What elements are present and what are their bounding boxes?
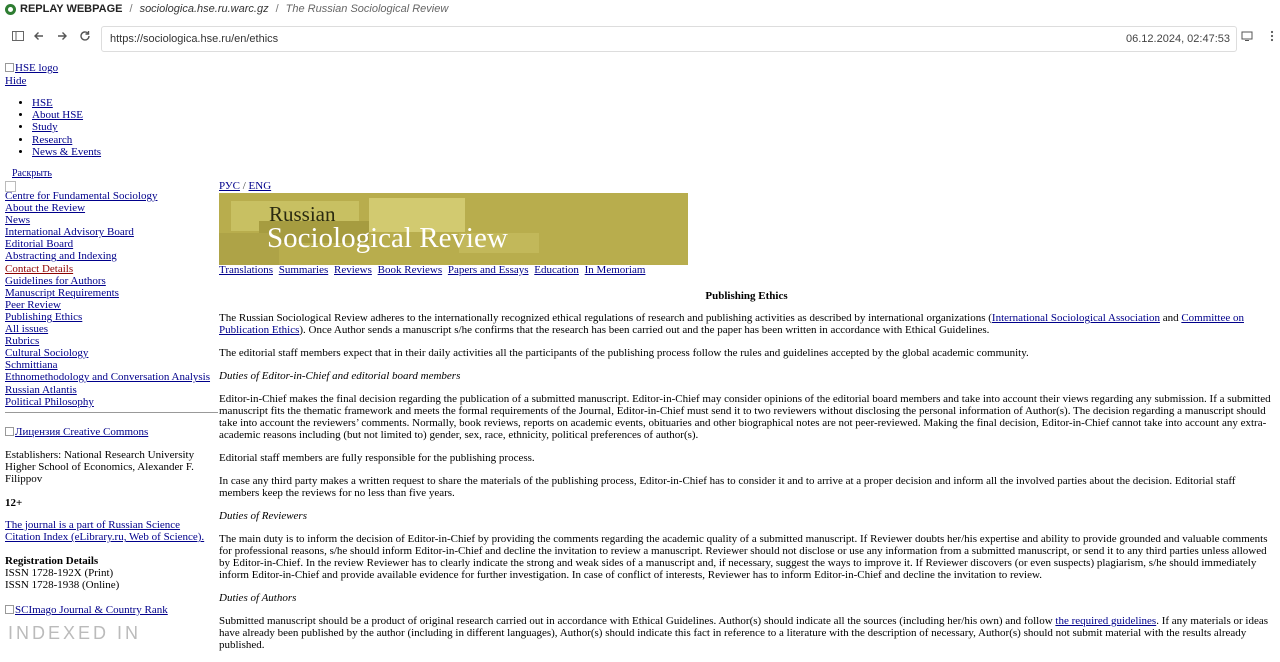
section-subheading: Duties of Authors xyxy=(219,592,297,604)
paragraph: The editorial staff members expect that … xyxy=(219,347,1029,359)
banner-title-line2: Sociological Review xyxy=(267,222,508,254)
replay-logo-icon xyxy=(5,3,16,15)
journal-nav-item[interactable]: Education xyxy=(534,264,579,276)
side-nav-item[interactable]: Ethnomethodology and Conversation Analys… xyxy=(5,371,210,383)
scimago-link[interactable]: SCImago Journal & Country Rank xyxy=(5,604,168,616)
section-subheading: Duties of Editor-in-Chief and editorial … xyxy=(219,370,461,382)
lang-en-link[interactable]: ENG xyxy=(249,180,272,192)
side-nav-item[interactable]: Political Philosophy xyxy=(5,396,94,408)
age-rating: 12+ xyxy=(5,497,23,509)
side-nav-item[interactable]: Centre for Fundamental Sociology xyxy=(5,190,157,202)
url-bar[interactable]: https://sociologica.hse.ru/en/ethics 06.… xyxy=(101,26,1237,52)
paragraph: The Russian Sociological Review adheres … xyxy=(219,312,1274,336)
side-nav-item[interactable]: International Advisory Board xyxy=(5,226,134,238)
guidelines-link[interactable]: the required guidelines xyxy=(1055,615,1156,627)
hse-nav-item[interactable]: Research xyxy=(32,134,72,146)
back-icon[interactable] xyxy=(32,30,46,44)
journal-nav-item[interactable]: Book Reviews xyxy=(378,264,442,276)
registration-details: Registration Details ISSN 1728-192X (Pri… xyxy=(5,555,119,591)
paragraph: The main duty is to inform the decision … xyxy=(219,533,1268,581)
replay-brand[interactable]: REPLAY WEBPAGE xyxy=(5,3,123,15)
cc-alt: Лицензия Creative Commons xyxy=(15,426,149,438)
side-nav-item-active[interactable]: Publishing Ethics xyxy=(5,311,82,323)
hide-link[interactable]: Hide xyxy=(5,75,26,87)
side-nav-item[interactable]: News xyxy=(5,214,30,226)
breadcrumb-separator: / xyxy=(275,3,279,15)
side-nav-item[interactable]: Abstracting and Indexing xyxy=(5,250,117,262)
language-switcher: РУС / ENG xyxy=(219,180,271,192)
journal-nav-item[interactable]: Reviews xyxy=(334,264,372,276)
paragraph: Editorial staff members are fully respon… xyxy=(219,452,535,464)
scimago-alt: SCImago Journal & Country Rank xyxy=(15,604,168,616)
hse-nav-item[interactable]: HSE xyxy=(32,97,53,109)
side-nav-item[interactable]: Editorial Board xyxy=(5,238,73,250)
side-nav-item[interactable]: Schmittiana xyxy=(5,359,58,371)
journal-nav-item[interactable]: Summaries xyxy=(279,264,329,276)
lang-separator: / xyxy=(242,180,246,192)
hse-nav-item[interactable]: News & Events xyxy=(32,146,101,158)
journal-nav-item[interactable]: In Memoriam xyxy=(585,264,646,276)
creative-commons-link[interactable]: Лицензия Creative Commons xyxy=(5,426,148,438)
url-text[interactable]: https://sociologica.hse.ru/en/ethics xyxy=(110,33,278,45)
broken-image-icon xyxy=(5,427,14,436)
hse-nav-item[interactable]: About HSE xyxy=(32,109,83,121)
side-nav-item[interactable]: Peer Review xyxy=(5,299,61,311)
section-subheading: Duties of Reviewers xyxy=(219,510,307,522)
hse-nav-item[interactable]: Study xyxy=(32,121,58,133)
side-nav-item[interactable]: Manuscript Requirements xyxy=(5,287,119,299)
journal-nav: Translations Summaries Reviews Book Revi… xyxy=(219,264,648,276)
issn-print: ISSN 1728-192X (Print) xyxy=(5,567,114,579)
sidebar-toggle-icon[interactable] xyxy=(11,30,25,44)
lang-ru-link[interactable]: РУС xyxy=(219,180,240,192)
page-title: Publishing Ethics xyxy=(705,290,788,302)
replay-header: REPLAY WEBPAGE / sociologica.hse.ru.warc… xyxy=(0,0,1280,18)
breadcrumb-separator: / xyxy=(129,3,133,15)
side-nav: Centre for Fundamental Sociology About t… xyxy=(5,190,210,408)
side-nav-item[interactable]: Contact Details xyxy=(5,263,73,275)
side-nav-item[interactable]: About the Review xyxy=(5,202,85,214)
browser-toolbar: https://sociologica.hse.ru/en/ethics 06.… xyxy=(0,20,1280,56)
paragraph: In case any third party makes a written … xyxy=(219,475,1236,499)
side-nav-item[interactable]: Rubrics xyxy=(5,335,39,347)
page-content: HSE logo Hide HSE About HSE Study Resear… xyxy=(0,57,1280,651)
paragraph: Submitted manuscript should be a product… xyxy=(219,615,1274,651)
isa-link[interactable]: International Sociological Association xyxy=(992,312,1160,324)
capture-timestamp: 06.12.2024, 02:47:53 xyxy=(1126,33,1230,45)
article-body: The Russian Sociological Review adheres … xyxy=(219,312,1274,662)
establishers-text: Establishers: National Research Universi… xyxy=(5,449,195,485)
side-nav-item[interactable]: Guidelines for Authors xyxy=(5,275,106,287)
issn-online: ISSN 1728-1938 (Online) xyxy=(5,579,120,591)
expand-link[interactable]: Раскрыть xyxy=(12,168,52,179)
hse-logo-alt: HSE logo xyxy=(15,62,59,74)
forward-icon[interactable] xyxy=(55,30,69,44)
side-nav-item[interactable]: All issues xyxy=(5,323,48,335)
display-icon[interactable] xyxy=(1240,30,1254,44)
more-menu-icon[interactable] xyxy=(1265,30,1279,44)
paragraph-text: ). Once Author sends a manuscript s/he c… xyxy=(299,324,990,336)
registration-title: Registration Details xyxy=(5,555,99,567)
journal-nav-item[interactable]: Papers and Essays xyxy=(448,264,529,276)
paragraph-text: Submitted manuscript should be a product… xyxy=(219,615,1056,627)
hse-logo-link[interactable]: HSE logo xyxy=(5,62,58,74)
sidebar-divider xyxy=(5,412,218,413)
hse-nav: HSE About HSE Study Research News & Even… xyxy=(5,97,101,158)
journal-banner[interactable]: Russian Sociological Review xyxy=(219,193,688,265)
breadcrumb-page-title: The Russian Sociological Review xyxy=(285,3,449,15)
paragraph: Editor-in-Chief makes the final decision… xyxy=(219,393,1271,441)
side-nav-item[interactable]: Russian Atlantis xyxy=(5,384,77,396)
breadcrumb-archive[interactable]: sociologica.hse.ru.warc.gz xyxy=(140,3,269,15)
reload-icon[interactable] xyxy=(78,30,92,44)
paragraph-text: The Russian Sociological Review adheres … xyxy=(219,312,992,324)
rsci-link[interactable]: The journal is a part of Russian Science… xyxy=(5,519,217,543)
side-nav-item[interactable]: Cultural Sociology xyxy=(5,347,88,359)
journal-nav-item[interactable]: Translations xyxy=(219,264,273,276)
broken-image-icon xyxy=(5,63,14,72)
replay-brand-label: REPLAY WEBPAGE xyxy=(20,3,123,15)
broken-image-icon xyxy=(5,605,14,614)
paragraph-text: and xyxy=(1159,312,1182,324)
